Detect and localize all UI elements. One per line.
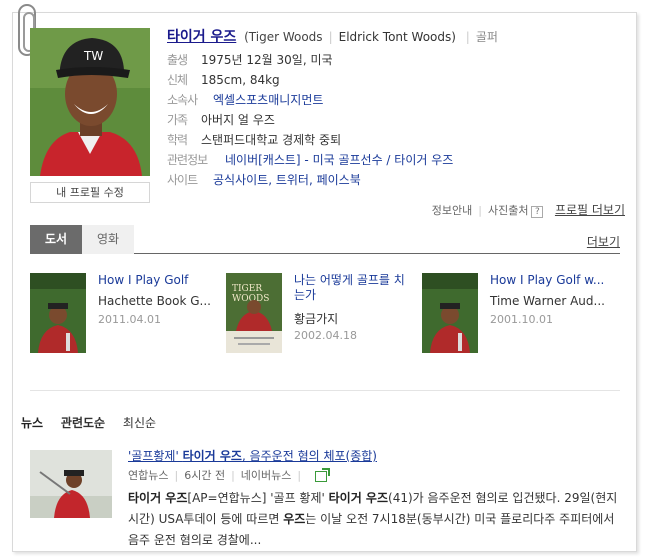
profile-job: 골퍼: [475, 30, 498, 44]
info-key: 출생: [167, 53, 188, 67]
info-key: 소속사: [167, 93, 198, 107]
books-more-link[interactable]: 더보기: [587, 233, 620, 250]
profile-name-alias: Eldrick Tont Woods): [338, 30, 456, 44]
help-icon[interactable]: ?: [531, 206, 544, 218]
profile-name-row: 타이거 우즈 (Tiger Woods | Eldrick Tont Woods) …: [167, 26, 498, 46]
info-value: 185cm, 84kg: [201, 73, 280, 87]
book-item[interactable]: How I Play Golf Hachette Book G... 2011.…: [30, 273, 220, 363]
info-value: 아버지 얼 우즈: [201, 113, 275, 127]
info-link-related[interactable]: 네이버[캐스트] - 미국 골프선수 / 타이거 우즈: [225, 153, 453, 167]
info-row-family: 가족 아버지 얼 우즈: [167, 112, 453, 132]
separator: |: [465, 30, 470, 44]
info-row-birth: 출생 1975년 12월 30일, 미국: [167, 52, 453, 72]
info-key: 학력: [167, 133, 188, 147]
share-icon[interactable]: [315, 467, 331, 482]
profile-info-list: 출생 1975년 12월 30일, 미국 신체 185cm, 84kg 소속사 엑셀스…: [167, 52, 453, 192]
svg-text:TW: TW: [83, 49, 103, 63]
news-summary: 타이거 우즈[AP=연합뉴스] '골프 황제' 타이거 우즈(41)가 음주운전…: [128, 488, 620, 551]
news-title-suffix: , 음주운전 혐의 체포(종합): [241, 449, 377, 463]
book-title[interactable]: How I Play Golf: [98, 273, 213, 288]
news-keyword: 타이거 우즈: [128, 491, 188, 505]
svg-text:TIGER: TIGER: [232, 284, 262, 294]
book-item[interactable]: How I Play Golf w... Time Warner Aud... …: [422, 273, 612, 363]
info-key: 가족: [167, 113, 188, 127]
edit-profile-button[interactable]: 내 프로필 수정: [30, 182, 150, 203]
profile-name-english: (Tiger Woods: [244, 30, 323, 44]
tab-books[interactable]: 도서: [30, 225, 82, 254]
news-text: [AP=연합뉴스] '골프 황제': [187, 491, 329, 505]
separator: |: [328, 30, 333, 44]
book-publisher: Hachette Book G...: [98, 294, 211, 308]
book-date: 2002.04.18: [294, 329, 357, 342]
sort-relevance-link[interactable]: 관련도순: [61, 416, 105, 430]
news-title-link[interactable]: '골프황제' 타이거 우즈, 음주운전 혐의 체포(종합): [128, 447, 377, 464]
book-title[interactable]: 나는 어떻게 골프를 치는가: [294, 273, 409, 303]
book-cover[interactable]: TIGER WOODS: [226, 273, 282, 353]
profile-photo[interactable]: TW: [30, 28, 150, 176]
news-keyword: 우즈: [283, 512, 306, 526]
photo-source-link[interactable]: 사진출처: [488, 204, 528, 217]
news-title-prefix: '골프황제': [128, 449, 183, 463]
book-date: 2011.04.01: [98, 313, 161, 326]
media-tabs: 도서 영화 더보기: [30, 225, 620, 254]
news-time: 6시간 전: [184, 469, 226, 482]
tab-movies[interactable]: 영화: [82, 225, 134, 254]
news-thumbnail[interactable]: [30, 450, 112, 518]
news-portal-link[interactable]: 네이버뉴스: [241, 469, 292, 482]
profile-name-link[interactable]: 타이거 우즈: [167, 29, 236, 45]
info-value: 1975년 12월 30일, 미국: [201, 53, 333, 67]
separator: |: [478, 204, 482, 217]
info-key: 신체: [167, 73, 188, 87]
section-divider: [30, 390, 620, 391]
info-link-agency[interactable]: 엑셀스포츠매니지먼트: [213, 93, 323, 107]
book-item[interactable]: TIGER WOODS 나는 어떻게 골프를 치는가 황금가지 2002.04.…: [226, 273, 416, 363]
info-row-agency: 소속사 엑셀스포츠매니지먼트: [167, 92, 453, 112]
book-date: 2001.10.01: [490, 313, 553, 326]
profile-footer: 정보안내 | 사진출처? 프로필 더보기: [432, 201, 625, 218]
book-publisher: 황금가지: [294, 312, 339, 326]
book-cover[interactable]: [422, 273, 478, 353]
info-row-sites: 사이트 공식사이트, 트위터, 페이스북: [167, 172, 453, 192]
news-source-link[interactable]: 연합뉴스: [128, 469, 168, 482]
sort-latest-link[interactable]: 최신순: [123, 416, 156, 430]
info-key: 사이트: [167, 173, 198, 187]
info-row-related: 관련정보 네이버[캐스트] - 미국 골프선수 / 타이거 우즈: [167, 152, 453, 172]
news-tabs: 뉴스 관련도순 최신순: [21, 414, 170, 431]
separator: |: [174, 469, 179, 482]
info-key: 관련정보: [167, 153, 208, 167]
info-guide-link[interactable]: 정보안내: [432, 204, 472, 217]
info-row-body: 신체 185cm, 84kg: [167, 72, 453, 92]
news-heading: 뉴스: [21, 416, 44, 430]
news-keyword: 타이거 우즈: [328, 491, 389, 505]
separator: |: [297, 469, 302, 482]
separator: |: [231, 469, 235, 482]
info-row-education: 학력 스탠퍼드대학교 경제학 중퇴: [167, 132, 453, 152]
book-publisher: Time Warner Aud...: [490, 294, 605, 308]
news-meta: 연합뉴스 | 6시간 전 | 네이버뉴스 |: [128, 467, 331, 483]
book-title[interactable]: How I Play Golf w...: [490, 273, 605, 288]
profile-more-link[interactable]: 프로필 더보기: [555, 203, 625, 217]
info-link-sites[interactable]: 공식사이트, 트위터, 페이스북: [213, 173, 361, 187]
news-title-keyword: 타이거 우즈: [182, 449, 242, 463]
info-value: 스탠퍼드대학교 경제학 중퇴: [201, 133, 342, 147]
book-cover[interactable]: [30, 273, 86, 353]
